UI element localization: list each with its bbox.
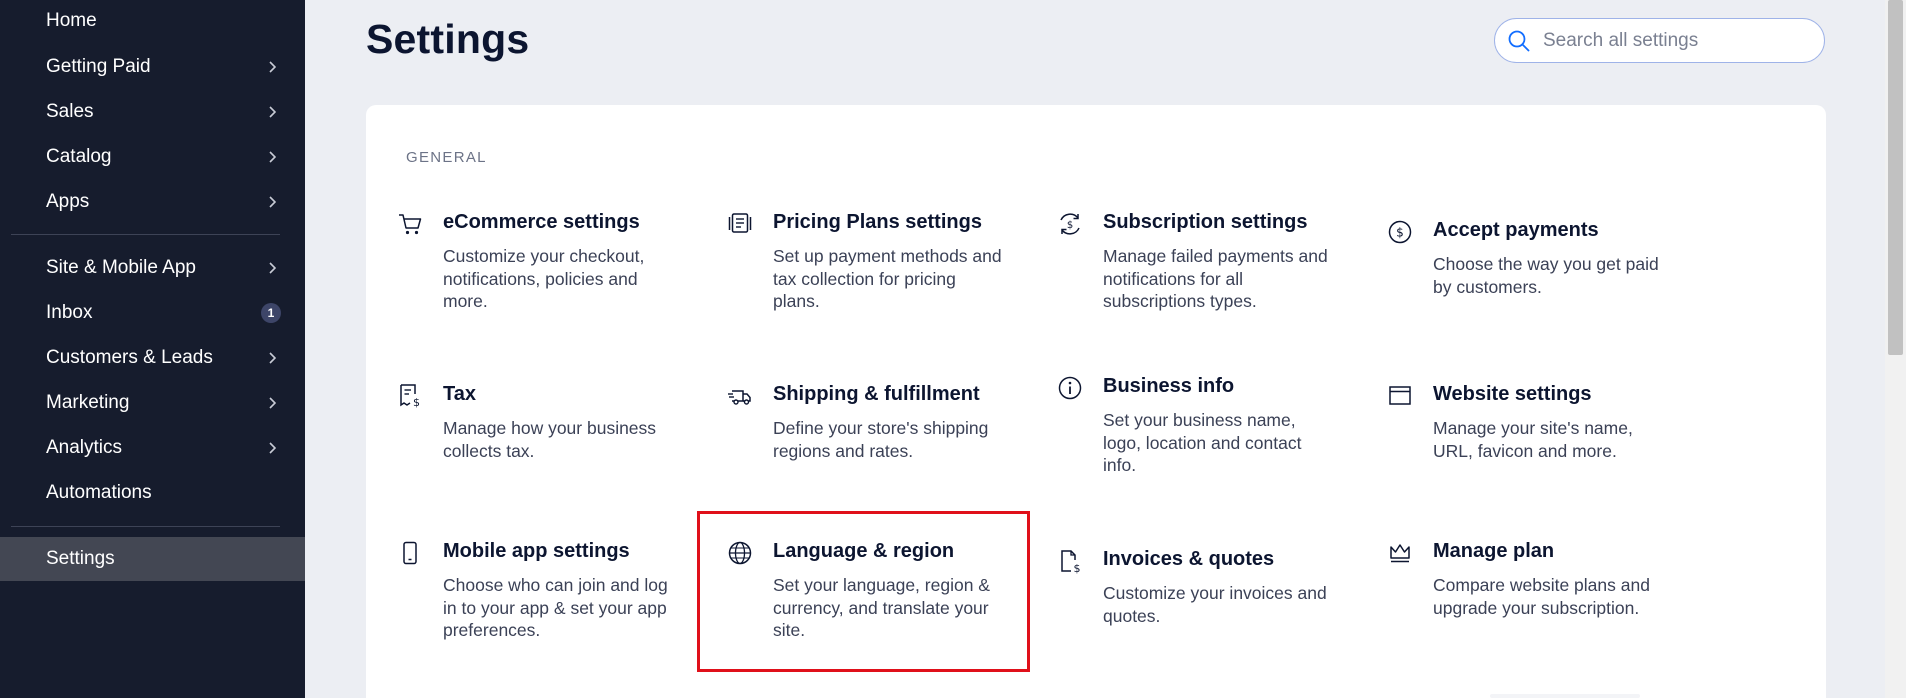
tile-title: Subscription settings bbox=[1103, 211, 1308, 233]
chevron-right-icon bbox=[265, 261, 279, 275]
tile-title: Tax bbox=[443, 383, 476, 405]
scrollbar-thumb[interactable] bbox=[1888, 0, 1903, 355]
svg-text:$: $ bbox=[1067, 220, 1073, 231]
chevron-right-icon bbox=[265, 105, 279, 119]
sidebar-item-label: Settings bbox=[46, 548, 115, 569]
tile-description: Set your language, region & currency, an… bbox=[773, 575, 990, 640]
sidebar-item-label: Sales bbox=[46, 101, 94, 122]
sidebar-item-label: Catalog bbox=[46, 146, 112, 167]
search-box[interactable] bbox=[1494, 18, 1825, 63]
tile-description: Choose the way you get paid by customers… bbox=[1433, 254, 1659, 297]
tile-title: Manage plan bbox=[1433, 540, 1555, 562]
search-icon bbox=[1507, 29, 1531, 53]
sidebar-item-home[interactable]: Home bbox=[0, 0, 305, 42]
tax-receipt-icon: $ bbox=[397, 383, 423, 409]
sidebar-item-settings[interactable]: Settings bbox=[0, 537, 305, 581]
cart-icon bbox=[397, 211, 423, 237]
search-input[interactable] bbox=[1543, 29, 1803, 52]
chevron-right-icon bbox=[265, 441, 279, 455]
tile-ecommerce-settings[interactable]: eCommerce settings Customize your checko… bbox=[397, 211, 697, 331]
sidebar-item-label: Getting Paid bbox=[46, 56, 151, 77]
bottom-floating-bar bbox=[1490, 694, 1640, 698]
browser-window-icon bbox=[1387, 383, 1413, 409]
tile-title: Mobile app settings bbox=[443, 540, 630, 562]
sidebar-item-label: Home bbox=[46, 10, 97, 31]
sidebar-item-label: Automations bbox=[46, 482, 152, 503]
tile-title: Business info bbox=[1103, 375, 1235, 397]
svg-text:$: $ bbox=[1074, 562, 1081, 574]
unread-count-badge: 1 bbox=[261, 303, 281, 323]
sidebar-item-label: Site & Mobile App bbox=[46, 257, 196, 278]
tile-title: Shipping & fulfillment bbox=[773, 383, 980, 405]
sidebar-item-marketing[interactable]: Marketing bbox=[0, 381, 305, 425]
subscription-icon: $ bbox=[1057, 211, 1083, 237]
tile-title: Website settings bbox=[1433, 383, 1592, 405]
sidebar-item-getting-paid[interactable]: Getting Paid bbox=[0, 45, 305, 89]
tile-title: eCommerce settings bbox=[443, 211, 640, 233]
globe-icon bbox=[727, 540, 753, 566]
crown-icon bbox=[1387, 540, 1413, 566]
sidebar-item-label: Marketing bbox=[46, 392, 130, 413]
sidebar-item-label: Customers & Leads bbox=[46, 347, 213, 368]
tile-manage-plan[interactable]: Manage plan Compare website plans and up… bbox=[1387, 540, 1687, 660]
tile-business-info[interactable]: Business info Set your business name, lo… bbox=[1057, 375, 1357, 495]
sidebar-item-sales[interactable]: Sales bbox=[0, 90, 305, 134]
tile-description: Customize your invoices and quotes. bbox=[1103, 583, 1327, 626]
tile-subscription-settings[interactable]: $ Subscription settings Manage failed pa… bbox=[1057, 211, 1357, 331]
tile-description: Set your business name, logo, location a… bbox=[1103, 410, 1302, 475]
sidebar-item-apps[interactable]: Apps bbox=[0, 180, 305, 224]
sidebar-item-label: Analytics bbox=[46, 437, 123, 458]
chevron-right-icon bbox=[265, 396, 279, 410]
page-title: Settings bbox=[366, 16, 530, 62]
tile-description: Manage failed payments and notifications… bbox=[1103, 246, 1328, 311]
sidebar: Home Getting Paid Sales Catalog Apps Sit… bbox=[0, 0, 305, 698]
tile-mobile-app-settings[interactable]: Mobile app settings Choose who can join … bbox=[397, 540, 697, 660]
tile-accept-payments[interactable]: $ Accept payments Choose the way you get… bbox=[1387, 219, 1687, 339]
tile-description: Set up payment methods and tax collectio… bbox=[773, 246, 1002, 311]
sidebar-divider bbox=[11, 234, 280, 235]
dollar-circle-icon: $ bbox=[1387, 219, 1413, 245]
tile-description: Define your store's shipping regions and… bbox=[773, 418, 989, 461]
chevron-right-icon bbox=[265, 60, 279, 74]
sidebar-item-site-mobile-app[interactable]: Site & Mobile App bbox=[0, 246, 305, 290]
chevron-right-icon bbox=[265, 150, 279, 164]
tile-description: Choose who can join and log in to your a… bbox=[443, 575, 668, 640]
tile-title: Accept payments bbox=[1433, 219, 1599, 241]
svg-text:$: $ bbox=[413, 396, 420, 409]
tile-title: Language & region bbox=[773, 540, 955, 562]
chevron-right-icon bbox=[265, 351, 279, 365]
info-icon bbox=[1057, 375, 1083, 401]
tile-language-region[interactable]: Language & region Set your language, reg… bbox=[727, 540, 1027, 660]
chevron-right-icon bbox=[265, 195, 279, 209]
sidebar-item-label: Apps bbox=[46, 191, 90, 212]
tile-shipping-fulfillment[interactable]: Shipping & fulfillment Define your store… bbox=[727, 383, 1027, 503]
sidebar-item-label: Inbox bbox=[46, 302, 93, 323]
sidebar-item-automations[interactable]: Automations bbox=[0, 471, 305, 515]
tile-title: Pricing Plans settings bbox=[773, 211, 982, 233]
tile-tax[interactable]: $ Tax Manage how your business collects … bbox=[397, 383, 697, 503]
section-label-general: GENERAL bbox=[406, 149, 487, 166]
tile-pricing-plans-settings[interactable]: Pricing Plans settings Set up payment me… bbox=[727, 211, 1027, 331]
sidebar-item-inbox[interactable]: Inbox 1 bbox=[0, 291, 305, 335]
tile-description: Manage how your business collects tax. bbox=[443, 418, 657, 461]
tile-description: Customize your checkout, notifications, … bbox=[443, 246, 645, 311]
pricing-plans-icon bbox=[727, 211, 753, 237]
invoice-icon: $ bbox=[1057, 548, 1083, 574]
tile-title: Invoices & quotes bbox=[1103, 548, 1275, 570]
sidebar-item-catalog[interactable]: Catalog bbox=[0, 135, 305, 179]
truck-icon bbox=[727, 383, 753, 409]
sidebar-item-customers-leads[interactable]: Customers & Leads bbox=[0, 336, 305, 380]
sidebar-divider bbox=[11, 526, 280, 527]
sidebar-item-analytics[interactable]: Analytics bbox=[0, 426, 305, 470]
tile-description: Manage your site's name, URL, favicon an… bbox=[1433, 418, 1633, 461]
tile-description: Compare website plans and upgrade your s… bbox=[1433, 575, 1650, 618]
tile-invoices-quotes[interactable]: $ Invoices & quotes Customize your invoi… bbox=[1057, 548, 1357, 668]
mobile-icon bbox=[397, 540, 423, 566]
tile-website-settings[interactable]: Website settings Manage your site's name… bbox=[1387, 383, 1687, 503]
svg-text:$: $ bbox=[1396, 226, 1404, 240]
